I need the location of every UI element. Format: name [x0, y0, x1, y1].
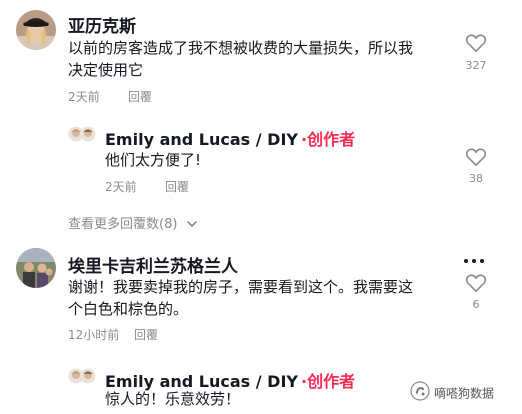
like-count: 38 — [469, 172, 483, 185]
reply-time: 2天前 — [105, 180, 137, 194]
reply-text: 惊人的！乐意效劳！ — [105, 390, 241, 408]
comment-text-line2: 决定使用它 — [68, 61, 144, 79]
comment-username[interactable]: 亚历克斯 — [68, 12, 136, 37]
watermark-text: 嘀嗒狗数据 — [434, 386, 495, 401]
chevron-down-icon — [186, 217, 198, 232]
comment-time: 2天前 — [68, 90, 100, 104]
comment-text-line1: 谢谢！我要卖掉我的房子，需要看到这个。我需要这 — [68, 278, 414, 296]
reply-author-line: Emily and Lucas / DIY ·创作者 — [105, 126, 355, 150]
reply-button[interactable]: 回覆 — [134, 326, 158, 343]
creator-avatar[interactable] — [68, 368, 98, 384]
reply-text: 他们太方便了! — [105, 151, 202, 169]
creator-avatar[interactable] — [68, 126, 98, 142]
view-more-label: 查看更多回覆数(8) — [68, 217, 178, 232]
reply-author[interactable]: Emily and Lucas / DIY — [105, 130, 298, 149]
like-heart-icon[interactable] — [465, 273, 487, 293]
reply-button[interactable]: 回覆 — [128, 88, 152, 105]
view-more-replies-button[interactable]: 查看更多回覆数(8) — [68, 213, 198, 232]
comment-text-line2: 个白色和棕色的。 — [68, 300, 189, 318]
watermark: 嘀嗒狗数据 — [410, 381, 494, 405]
like-count: 6 — [472, 298, 480, 311]
creator-badge: 创作者 — [307, 372, 356, 391]
avatar[interactable] — [16, 248, 56, 288]
watermark-logo-icon — [410, 381, 430, 405]
comment-text-line1: 以前的房客造成了我不想被收费的大量损失，所以我 — [68, 39, 414, 57]
creator-badge: 创作者 — [307, 130, 356, 149]
comment-time: 12小时前 — [68, 328, 120, 342]
like-count: 327 — [465, 59, 487, 72]
comment-username[interactable]: 埃里卡吉利兰苏格兰人 — [68, 252, 238, 277]
like-heart-icon[interactable] — [465, 147, 487, 167]
avatar[interactable] — [16, 10, 56, 50]
reply-button[interactable]: 回覆 — [165, 178, 189, 195]
like-heart-icon[interactable] — [465, 33, 487, 53]
more-options-icon[interactable] — [464, 258, 488, 264]
